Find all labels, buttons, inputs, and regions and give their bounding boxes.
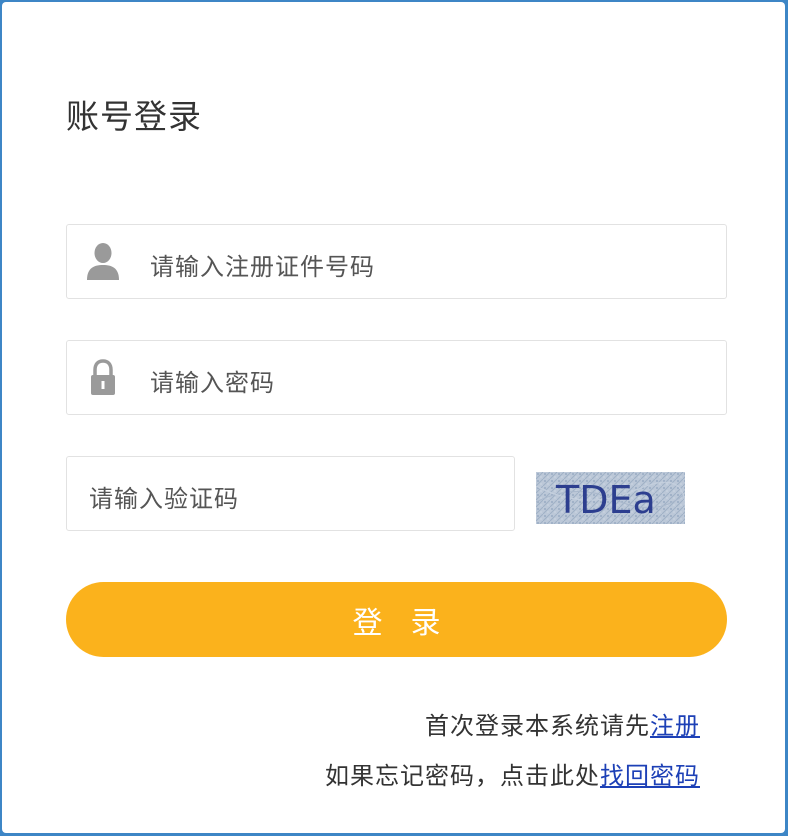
forgot-password-link[interactable]: 找回密码 (600, 762, 700, 790)
captcha-text: TDEa (555, 478, 656, 522)
password-placeholder: 请输入密码 (150, 369, 275, 397)
register-hint-text: 首次登录本系统请先 (425, 712, 650, 740)
page-title: 账号登录 (66, 97, 202, 136)
register-link[interactable]: 注册 (650, 712, 700, 740)
username-placeholder: 请输入注册证件号码 (150, 253, 375, 281)
forgot-password-hint: 如果忘记密码，点击此处找回密码 (325, 756, 700, 791)
username-field[interactable]: 请输入注册证件号码 (66, 224, 727, 299)
password-field[interactable]: 请输入密码 (66, 340, 727, 415)
user-icon (85, 242, 121, 282)
forgot-password-hint-text: 如果忘记密码，点击此处 (325, 762, 600, 790)
lock-icon (85, 358, 121, 398)
register-hint: 首次登录本系统请先注册 (425, 706, 700, 741)
login-card: 账号登录 请输入注册证件号码 请输入密码 请输入验证码 TDEa 登录 首次登录… (2, 2, 785, 833)
captcha-placeholder: 请输入验证码 (89, 485, 239, 513)
login-button[interactable]: 登录 (66, 582, 727, 657)
captcha-field[interactable]: 请输入验证码 (66, 456, 515, 531)
captcha-image[interactable]: TDEa (536, 472, 685, 524)
